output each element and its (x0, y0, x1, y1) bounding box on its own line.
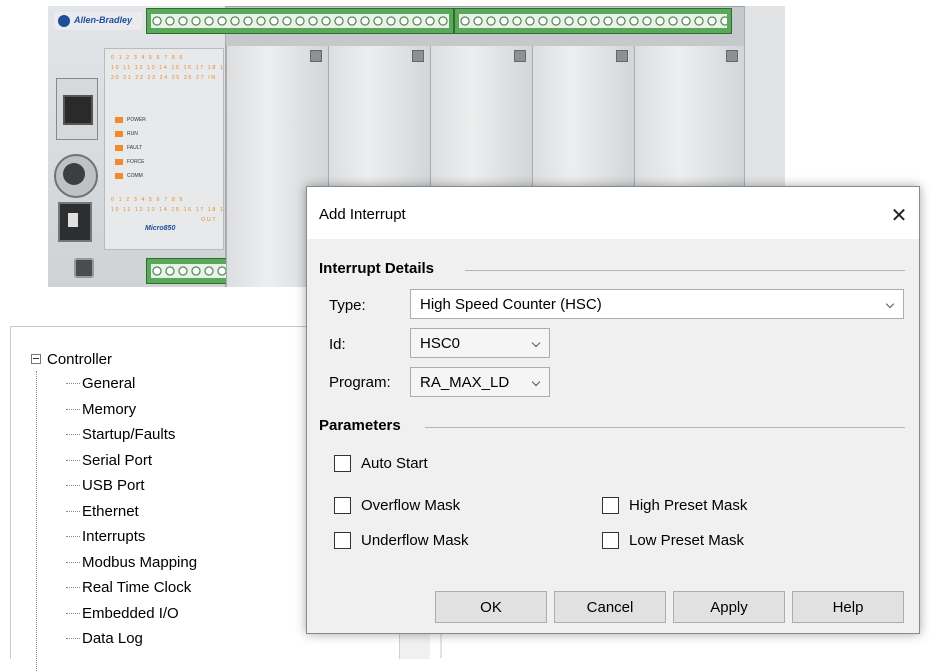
plc-controller-module: Allen-Bradley 0 1 2 3 4 5 6 7 8 9 10 11 … (48, 6, 228, 287)
close-icon[interactable]: ✕ (891, 203, 908, 228)
tree-item-memory[interactable]: Memory (36, 397, 197, 423)
chevron-down-icon[interactable] (885, 299, 895, 309)
help-button[interactable]: Help (792, 591, 904, 623)
tree-item-modbus-mapping[interactable]: Modbus Mapping (36, 550, 197, 576)
checkbox-box[interactable] (602, 532, 619, 549)
usb-connector-icon (68, 213, 78, 227)
type-select[interactable]: High Speed Counter (HSC) (410, 289, 904, 319)
tree-item-ethernet[interactable]: Ethernet (36, 499, 197, 525)
chevron-down-icon[interactable] (531, 338, 541, 348)
led-label: POWER (127, 117, 146, 123)
output-led-row: 10 11 12 13 14 15 16 17 18 19 (111, 207, 230, 213)
tree-item-serial-port[interactable]: Serial Port (36, 448, 197, 474)
tree-item-interrupts[interactable]: Interrupts (36, 524, 197, 550)
apply-button[interactable]: Apply (673, 591, 785, 623)
led-label: COMM (127, 173, 143, 179)
chevron-down-icon[interactable] (531, 377, 541, 387)
screw-icon (726, 50, 738, 62)
checkbox-box[interactable] (602, 497, 619, 514)
tree-item-data-log[interactable]: Data Log (36, 626, 197, 652)
type-select-value: High Speed Counter (HSC) (420, 295, 602, 313)
tree-list: General Memory Startup/Faults Serial Por… (36, 371, 197, 652)
dialog-title: Add Interrupt (319, 206, 406, 223)
power-led (115, 117, 123, 123)
checkbox-box[interactable] (334, 497, 351, 514)
underflow-mask-checkbox[interactable]: Underflow Mask (334, 532, 469, 549)
top-terminal-block-left (146, 8, 454, 34)
model-name: Micro850 (145, 225, 176, 232)
screw-icon (412, 50, 424, 62)
led-label: FORCE (127, 159, 145, 165)
dialog-titlebar[interactable]: Add Interrupt ✕ (307, 187, 919, 239)
auto-start-checkbox[interactable]: Auto Start (334, 455, 428, 472)
tree-item-embedded-io[interactable]: Embedded I/O (36, 601, 197, 627)
add-interrupt-dialog: Add Interrupt ✕ Interrupt Details Type: … (306, 186, 920, 634)
screw-icon (514, 50, 526, 62)
overflow-mask-label: Overflow Mask (361, 497, 461, 514)
top-terminal-block-right (454, 8, 732, 34)
section-divider (465, 270, 905, 271)
serial-din-port (54, 154, 98, 198)
tree-root-label: Controller (47, 350, 113, 368)
tree-item-real-time-clock[interactable]: Real Time Clock (36, 575, 197, 601)
output-led-row: 0 1 2 3 4 5 6 7 8 9 (111, 197, 184, 203)
tree-item-usb-port[interactable]: USB Port (36, 473, 197, 499)
high-preset-mask-label: High Preset Mask (629, 497, 748, 514)
din-connector-icon (63, 163, 85, 185)
type-label: Type: (329, 297, 366, 314)
screw-icon (616, 50, 628, 62)
screw-icon (310, 50, 322, 62)
brand-logo: Allen-Bradley (54, 12, 142, 30)
low-preset-mask-checkbox[interactable]: Low Preset Mask (602, 532, 744, 549)
cancel-button[interactable]: Cancel (554, 591, 666, 623)
ethernet-jack-icon (63, 95, 93, 125)
program-select[interactable]: RA_MAX_LD (410, 367, 550, 397)
input-led-row: 10 11 12 13 14 15 16 17 18 19 (111, 65, 230, 71)
id-select-value: HSC0 (420, 334, 461, 352)
comm-led (115, 173, 123, 179)
ok-button[interactable]: OK (435, 591, 547, 623)
tree-item-general[interactable]: General (36, 371, 197, 397)
collapse-icon[interactable] (31, 354, 41, 364)
input-led-row: 0 1 2 3 4 5 6 7 8 9 (111, 55, 184, 61)
ethernet-port (56, 78, 98, 140)
tree-item-startup-faults[interactable]: Startup/Faults (36, 422, 197, 448)
interrupt-details-heading: Interrupt Details (319, 260, 435, 277)
brand-logo-icon (58, 15, 70, 27)
low-preset-mask-label: Low Preset Mask (629, 532, 745, 549)
parameters-heading: Parameters (319, 417, 401, 434)
program-select-value: RA_MAX_LD (420, 373, 510, 391)
brand-name: Allen-Bradley (74, 15, 133, 25)
mode-switch (74, 258, 94, 278)
force-led (115, 159, 123, 165)
overflow-mask-checkbox[interactable]: Overflow Mask (334, 497, 460, 514)
input-led-row: 20 21 22 23 24 25 26 27 IN (111, 75, 217, 81)
usb-port (58, 202, 92, 242)
close-button[interactable]: ✕ (879, 195, 919, 235)
led-label: RUN (127, 131, 138, 137)
checkbox-box[interactable] (334, 455, 351, 472)
high-preset-mask-checkbox[interactable]: High Preset Mask (602, 497, 747, 514)
led-label: FAULT (127, 145, 143, 151)
underflow-mask-label: Underflow Mask (361, 532, 469, 549)
run-led (115, 131, 123, 137)
section-divider (425, 427, 905, 428)
output-led-label: OUT (201, 217, 218, 223)
fault-led (115, 145, 123, 151)
tree-root-controller[interactable]: Controller (31, 349, 112, 369)
auto-start-label: Auto Start (361, 455, 428, 472)
id-label: Id: (329, 336, 346, 353)
id-select[interactable]: HSC0 (410, 328, 550, 358)
checkbox-box[interactable] (334, 532, 351, 549)
status-panel: 0 1 2 3 4 5 6 7 8 9 10 11 12 13 14 15 16… (104, 48, 228, 250)
program-label: Program: (329, 374, 391, 391)
